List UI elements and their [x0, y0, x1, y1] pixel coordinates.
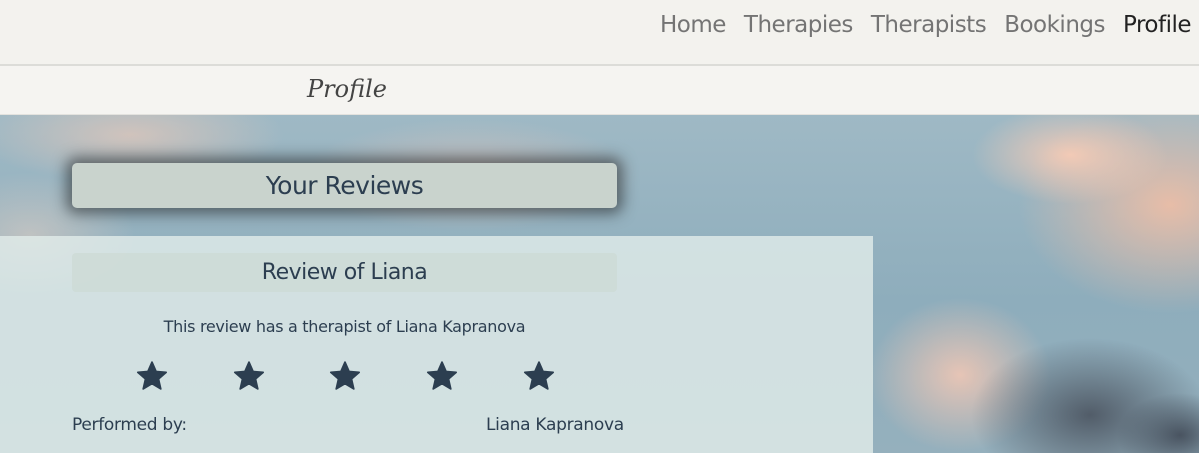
nav-link-bookings[interactable]: Bookings [1004, 12, 1105, 38]
review-title-text: Review of Liana [261, 260, 428, 285]
review-title: Review of Liana [72, 253, 617, 292]
sky-background: Your Reviews Review of Liana This review… [0, 115, 1199, 453]
reviews-section-title: Your Reviews [72, 163, 617, 208]
star-icon [232, 359, 266, 393]
performed-by-label: Performed by: [72, 415, 187, 435]
nav-link-home[interactable]: Home [660, 12, 726, 38]
nav-links: Home Therapies Therapists Bookings Profi… [660, 12, 1192, 38]
star-icon [135, 359, 169, 393]
star-icon [328, 359, 362, 393]
performed-by-value: Liana Kapranova [486, 415, 624, 435]
navbar: Home Therapies Therapists Bookings Profi… [0, 0, 1199, 66]
page-title: Profile [307, 75, 387, 103]
page-header: Profile [0, 66, 1199, 115]
nav-link-therapies[interactable]: Therapies [744, 12, 853, 38]
review-description: This review has a therapist of Liana Kap… [163, 317, 526, 336]
star-icon [425, 359, 459, 393]
reviews-section-title-text: Your Reviews [265, 171, 424, 200]
star-icon [522, 359, 556, 393]
nav-link-profile[interactable]: Profile [1123, 12, 1192, 38]
nav-link-therapists[interactable]: Therapists [871, 12, 987, 38]
